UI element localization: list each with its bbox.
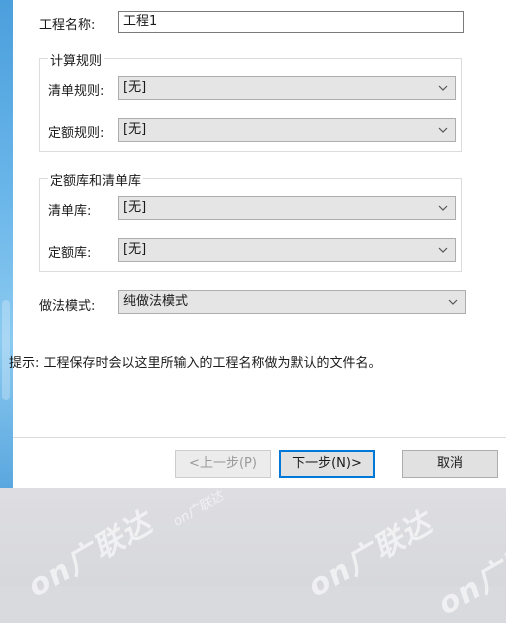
calc-rules-group-title: 计算规则 xyxy=(48,50,105,69)
chevron-down-icon xyxy=(447,291,459,313)
next-step-button[interactable]: 下一步(N)> xyxy=(279,450,375,478)
quota-rule-value: [无] xyxy=(123,122,147,137)
list-lib-label: 清单库: xyxy=(48,204,92,219)
method-mode-label: 做法模式: xyxy=(39,299,96,314)
list-rule-value: [无] xyxy=(123,80,147,95)
list-lib-select[interactable]: [无] xyxy=(118,196,456,220)
quota-lib-value: [无] xyxy=(123,242,147,257)
libraries-group-title: 定额库和清单库 xyxy=(48,170,144,189)
list-rule-label: 清单规则: xyxy=(48,84,105,99)
chevron-down-icon xyxy=(437,77,449,99)
new-project-wizard-dialog: 工程名称: 工程1 计算规则 清单规则: [无] 定额规则: [无] 定额库和清… xyxy=(9,0,506,488)
chevron-down-icon xyxy=(437,197,449,219)
watermark-logo: on广联达 xyxy=(432,523,506,623)
prev-step-button[interactable]: <上一步(P) xyxy=(175,450,271,478)
chevron-down-icon xyxy=(437,239,449,261)
method-mode-value: 纯做法模式 xyxy=(123,294,189,309)
wizard-side-banner xyxy=(0,0,13,488)
hint-text: 提示: 工程保存时会以这里所输入的工程名称做为默认的文件名。 xyxy=(9,356,382,371)
list-rule-select[interactable]: [无] xyxy=(118,76,456,100)
quota-lib-select[interactable]: [无] xyxy=(118,238,456,262)
background-area: on广联达 on广联达 on广联达 on广联达 xyxy=(0,488,506,622)
watermark-logo: on广联达 xyxy=(170,488,227,530)
list-lib-value: [无] xyxy=(123,200,147,215)
quota-lib-label: 定额库: xyxy=(48,246,92,261)
watermark-logo: on广联达 xyxy=(302,505,439,605)
chevron-down-icon xyxy=(437,119,449,141)
project-name-label: 工程名称: xyxy=(39,18,96,33)
quota-rule-select[interactable]: [无] xyxy=(118,118,456,142)
project-name-input[interactable]: 工程1 xyxy=(118,11,464,33)
quota-rule-label: 定额规则: xyxy=(48,126,105,141)
watermark-logo: on广联达 xyxy=(22,505,159,605)
cancel-button[interactable]: 取消 xyxy=(402,450,498,478)
footer-divider xyxy=(13,437,506,438)
method-mode-select[interactable]: 纯做法模式 xyxy=(118,290,466,314)
